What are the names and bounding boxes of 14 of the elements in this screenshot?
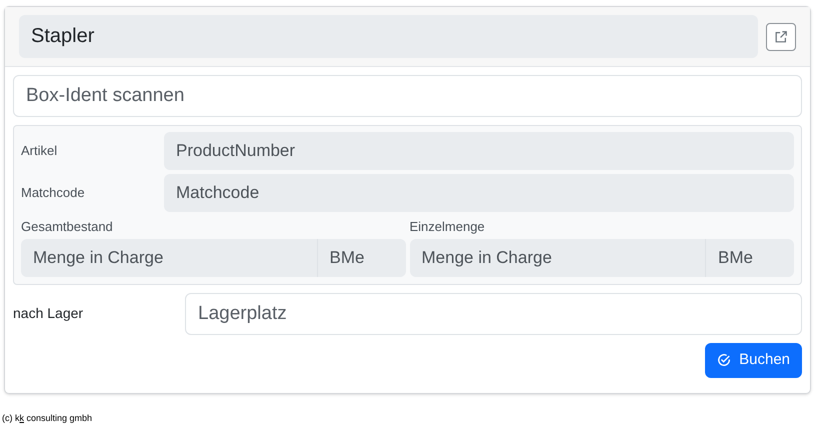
copyright-text: (c) kk consulting gmbh [2, 412, 94, 425]
field-label: Artikel [21, 142, 58, 160]
check-circle-icon [717, 353, 732, 367]
scan-field[interactable]: Box-Ident scannen [13, 75, 802, 117]
field-label: nach Lager [13, 304, 84, 323]
unit-addon: BMe [316, 238, 406, 276]
unit-addon: BMe [705, 238, 794, 276]
book-button[interactable]: Buchen [705, 342, 802, 378]
field-label: Einzelmenge [410, 218, 485, 236]
external-link-icon [774, 30, 788, 44]
field-label: Matchcode [21, 184, 86, 202]
field-label: Gesamtbestand [21, 218, 113, 236]
external-link-button[interactable] [766, 22, 796, 50]
location-field[interactable]: Lagerplatz [185, 292, 802, 334]
